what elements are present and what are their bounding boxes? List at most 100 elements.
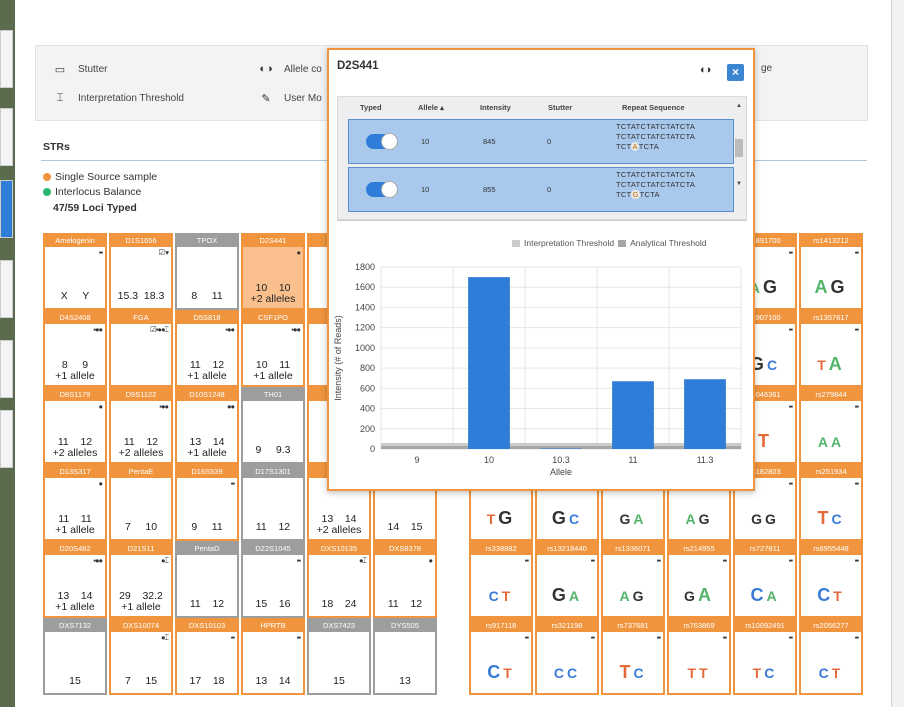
legend-stutter-label: Stutter (78, 64, 108, 75)
typed-toggle[interactable] (366, 181, 398, 198)
locus-cell[interactable]: D21S11 ●⌶ 29 32.2 +1 allele (109, 541, 173, 618)
snp-name: rs10092491 (735, 620, 795, 632)
snp-genotype: TG (471, 508, 531, 529)
left-mini-panel (0, 260, 13, 318)
snp-cell[interactable]: rs2056277 ▪▪ CT (799, 618, 863, 695)
x-tick-label: 10.3 (552, 455, 570, 465)
table-row[interactable]: 10 855 0 TCTATCTATCTATCTA TCTATCTATCTATC… (348, 167, 734, 212)
locus-cell[interactable]: D16S539 ▪▪ 9 11 (175, 464, 239, 541)
locus-cell[interactable]: DXS7132 15 (43, 618, 107, 695)
locus-cell[interactable]: D17S1301 11 12 (241, 464, 305, 541)
scroll-down-icon[interactable]: ▼ (736, 181, 742, 187)
col-intensity[interactable]: Intensity (480, 103, 511, 112)
locus-cell[interactable]: PentaE 7 10 (109, 464, 173, 541)
locus-cell[interactable]: D13S317 ● 11 11 +1 allele (43, 464, 107, 541)
threshold-icon: ⌶ (56, 92, 64, 104)
locus-cell[interactable]: D5S818 ▪●● 11 12 +1 allele (175, 310, 239, 387)
locus-cell[interactable]: DXS10135 ●⌶ 18 24 (307, 541, 371, 618)
locus-cell[interactable]: D8S1179 ● 11 12 +2 alleles (43, 387, 107, 464)
locus-status-icons: ▪▪ (230, 633, 235, 642)
toggle-knob (381, 133, 398, 150)
locus-name: DXS7132 (45, 620, 105, 632)
locus-cell[interactable]: D1S1656 ☑ ▾ 15.3 18.3 (109, 233, 173, 310)
table-row[interactable]: 10 845 0 TCTATCTATCTATCTA TCTATCTATCTATC… (348, 119, 734, 164)
locus-cell[interactable]: D22S1045 ▪▪ 15 16 (241, 541, 305, 618)
locus-cell[interactable]: PentaD 11 12 (175, 541, 239, 618)
snp-genotype: TC (735, 662, 795, 683)
locus-name: D20S482 (45, 543, 105, 555)
locus-detail-popup: D2S441 ◐◑ × Typed Allele ▴ Intensity Stu… (327, 48, 755, 491)
snp-status-icon: ▪▪ (854, 479, 859, 488)
col-stutter[interactable]: Stutter (548, 103, 572, 112)
y-tick-label: 0 (370, 444, 375, 454)
locus-cell[interactable]: D20S482 ▪●● 13 14 +1 allele (43, 541, 107, 618)
sequence-line: TCTATCTATCTATCTA (616, 132, 696, 141)
allele-calls: 13 14 (255, 675, 291, 687)
snp-cell[interactable]: rs321198 ▪▪ CC (535, 618, 599, 695)
snp-cell[interactable]: rs737681 ▪▪ TC (601, 618, 665, 695)
typed-toggle[interactable] (366, 133, 398, 150)
snp-name: rs1413212 (801, 235, 861, 247)
locus-cell[interactable]: D10S1248 ●● 13 14 +1 allele (175, 387, 239, 464)
snp-cell[interactable]: rs6955448 ▪▪ CT (799, 541, 863, 618)
locus-cell[interactable]: HPRTB ▪▪ 13 14 (241, 618, 305, 695)
snp-cell[interactable]: rs251934 ▪▪ TC (799, 464, 863, 541)
locus-cell[interactable]: DXS7423 15 (307, 618, 371, 695)
locus-cell[interactable]: D4S2408 ▪●● 8 9 +1 allele (43, 310, 107, 387)
left-mini-panel (0, 30, 13, 88)
allele-calls: 11 12 +1 allele (187, 359, 227, 382)
locus-name: D13S317 (45, 466, 105, 478)
locus-cell[interactable]: FGA ☑▪●●⌶ (109, 310, 173, 387)
table-scrollbar[interactable]: ▲ ▼ (734, 103, 744, 213)
snp-name: rs279844 (801, 389, 861, 401)
genotype-base: T (503, 665, 515, 681)
snp-cell[interactable]: rs1357617 ▪▪ TA (799, 310, 863, 387)
single-source-row: Single Source sample (43, 171, 157, 183)
legend-interp-label: Interpretation Threshold (78, 93, 184, 104)
locus-cell[interactable]: TPOX 8 11 (175, 233, 239, 310)
snp-cell[interactable]: rs13218440 ▪▪ GA (535, 541, 599, 618)
locus-cell[interactable]: DXS10074 ●⌶ 7 15 (109, 618, 173, 695)
snp-cell[interactable]: rs1336071 ▪▪ AG (601, 541, 665, 618)
scroll-thumb[interactable] (735, 139, 743, 157)
x-tick-label: 9 (414, 455, 419, 465)
genotype-base: A (831, 434, 845, 450)
right-scroll-area[interactable] (892, 0, 904, 707)
snp-cell[interactable]: rs279844 ▪▪ AA (799, 387, 863, 464)
snp-status-icon: ▪▪ (854, 556, 859, 565)
snp-cell[interactable]: rs10092491 ▪▪ TC (733, 618, 797, 695)
locus-cell[interactable]: DXS8378 ● 11 12 (373, 541, 437, 618)
locus-cell[interactable]: Amelogenin •▪ X Y (43, 233, 107, 310)
locus-cell[interactable]: D9S1122 ▪●● 11 12 +2 alleles (109, 387, 173, 464)
locus-name: HPRTB (243, 620, 303, 632)
toggle-knob (381, 181, 398, 198)
legend-analytical-threshold: Analytical Threshold (630, 238, 707, 248)
col-repeat-sequence[interactable]: Repeat Sequence (622, 103, 685, 112)
genotype-base: G (551, 585, 569, 605)
locus-cell[interactable]: CSF1PO ▪●● 10 11 +1 allele (241, 310, 305, 387)
snp-cell[interactable]: rs214955 ▪▪ GA (667, 541, 731, 618)
genotype-base: C (633, 665, 647, 681)
snp-cell[interactable]: rs763869 ▪▪ TT (667, 618, 731, 695)
genotype-base: G (830, 277, 848, 297)
popup-title: D2S441 (337, 60, 379, 72)
snp-genotype: TT (669, 662, 729, 683)
scroll-up-icon[interactable]: ▲ (736, 103, 742, 109)
col-allele[interactable]: Allele ▴ (418, 103, 444, 112)
locus-cell[interactable]: D2S441 ● 10 10 +2 alleles (241, 233, 305, 310)
col-typed[interactable]: Typed (360, 103, 382, 112)
genotype-base: T (619, 662, 634, 682)
snp-cell[interactable]: rs727811 ▪▪ CA (733, 541, 797, 618)
legend-stutter: ▭ Stutter (52, 63, 108, 76)
snp-genotype: CT (801, 662, 861, 683)
locus-cell[interactable]: TH01 9 9.3 (241, 387, 305, 464)
snp-cell[interactable]: rs338882 ▪▪ CT (469, 541, 533, 618)
locus-cell[interactable]: DXS10103 ▪▪ 17 18 (175, 618, 239, 695)
close-button[interactable]: × (727, 64, 744, 81)
repeat-sequence-cell: TCTATCTATCTATCTA TCTATCTATCTATCTA TCTGTC… (616, 170, 695, 200)
snp-cell[interactable]: rs1413212 ▪▪ AG (799, 233, 863, 310)
allele-coverage-icon: ◐◑ (259, 63, 273, 75)
locus-cell[interactable]: DYS505 13 (373, 618, 437, 695)
bar (684, 379, 726, 449)
snp-cell[interactable]: rs917118 ▪▪ CT (469, 618, 533, 695)
